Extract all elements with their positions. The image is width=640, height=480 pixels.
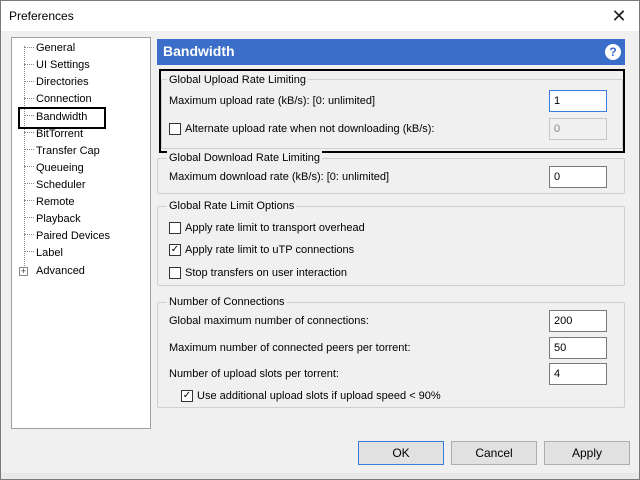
peers-per-torrent-label: Maximum number of connected peers per to… — [169, 342, 411, 354]
upload-slots-input[interactable]: 4 — [549, 363, 607, 385]
cancel-button[interactable]: Cancel — [451, 441, 537, 465]
apply-button[interactable]: Apply — [544, 441, 630, 465]
category-tree: General UI Settings Directories Connecti… — [11, 37, 151, 429]
tree-item-connection[interactable]: Connection — [36, 91, 92, 107]
max-download-input[interactable]: 0 — [549, 166, 607, 188]
utp-checkbox[interactable]: ✓ — [169, 244, 181, 256]
tree-item-directories[interactable]: Directories — [36, 74, 89, 90]
help-icon[interactable]: ? — [605, 44, 621, 60]
tree-connector — [24, 166, 34, 167]
overhead-label: Apply rate limit to transport overhead — [185, 222, 365, 234]
global-connections-input[interactable]: 200 — [549, 310, 607, 332]
title-bar: Preferences ✕ — [1, 1, 639, 31]
tree-connector — [24, 64, 34, 65]
upload-slots-label: Number of upload slots per torrent: — [169, 368, 339, 380]
tree-connector — [24, 183, 34, 184]
tree-connector — [24, 251, 34, 252]
tree-item-general[interactable]: General — [36, 40, 75, 56]
tree-item-ui-settings[interactable]: UI Settings — [36, 57, 90, 73]
connections-group-title: Number of Connections — [167, 295, 287, 309]
tree-guide-line — [24, 46, 25, 272]
tree-connector — [24, 234, 34, 235]
tree-connector — [24, 98, 34, 99]
overhead-checkbox[interactable] — [169, 222, 181, 234]
stop-transfers-label: Stop transfers on user interaction — [185, 267, 348, 279]
tree-item-remote[interactable]: Remote — [36, 194, 75, 210]
tree-item-advanced[interactable]: Advanced — [36, 263, 85, 279]
options-group-title: Global Rate Limit Options — [167, 199, 297, 213]
tree-item-transfer-cap[interactable]: Transfer Cap — [36, 143, 100, 159]
stop-transfers-checkbox[interactable] — [169, 267, 181, 279]
tree-item-queueing[interactable]: Queueing — [36, 160, 84, 176]
preferences-window: Preferences ✕ General UI Settings Direct… — [0, 0, 640, 480]
extra-slots-label: Use additional upload slots if upload sp… — [197, 390, 441, 402]
tree-connector — [24, 47, 34, 48]
background-status-bar — [1, 473, 639, 479]
tree-item-bittorrent[interactable]: BitTorrent — [36, 126, 83, 142]
tree-item-label[interactable]: Label — [36, 245, 63, 261]
global-connections-label: Global maximum number of connections: — [169, 315, 369, 327]
tree-connector — [24, 132, 34, 133]
tree-connector — [24, 200, 34, 201]
expand-plus-icon[interactable]: + — [19, 267, 28, 276]
section-title: Bandwidth — [163, 43, 235, 59]
ok-button[interactable]: OK — [358, 441, 444, 465]
section-header: Bandwidth ? — [157, 39, 625, 65]
close-icon[interactable]: ✕ — [609, 6, 629, 26]
window-title: Preferences — [9, 9, 74, 23]
max-download-label: Maximum download rate (kB/s): [0: unlimi… — [169, 171, 390, 183]
upload-highlight-box — [159, 69, 625, 153]
tree-connector — [24, 149, 34, 150]
tree-item-paired-devices[interactable]: Paired Devices — [36, 228, 110, 244]
utp-label: Apply rate limit to uTP connections — [185, 244, 355, 256]
download-group-title: Global Download Rate Limiting — [167, 151, 323, 165]
tree-item-playback[interactable]: Playback — [36, 211, 81, 227]
peers-per-torrent-input[interactable]: 50 — [549, 337, 607, 359]
tree-connector — [24, 81, 34, 82]
extra-slots-checkbox[interactable]: ✓ — [181, 390, 193, 402]
tree-item-scheduler[interactable]: Scheduler — [36, 177, 86, 193]
tree-connector — [24, 217, 34, 218]
